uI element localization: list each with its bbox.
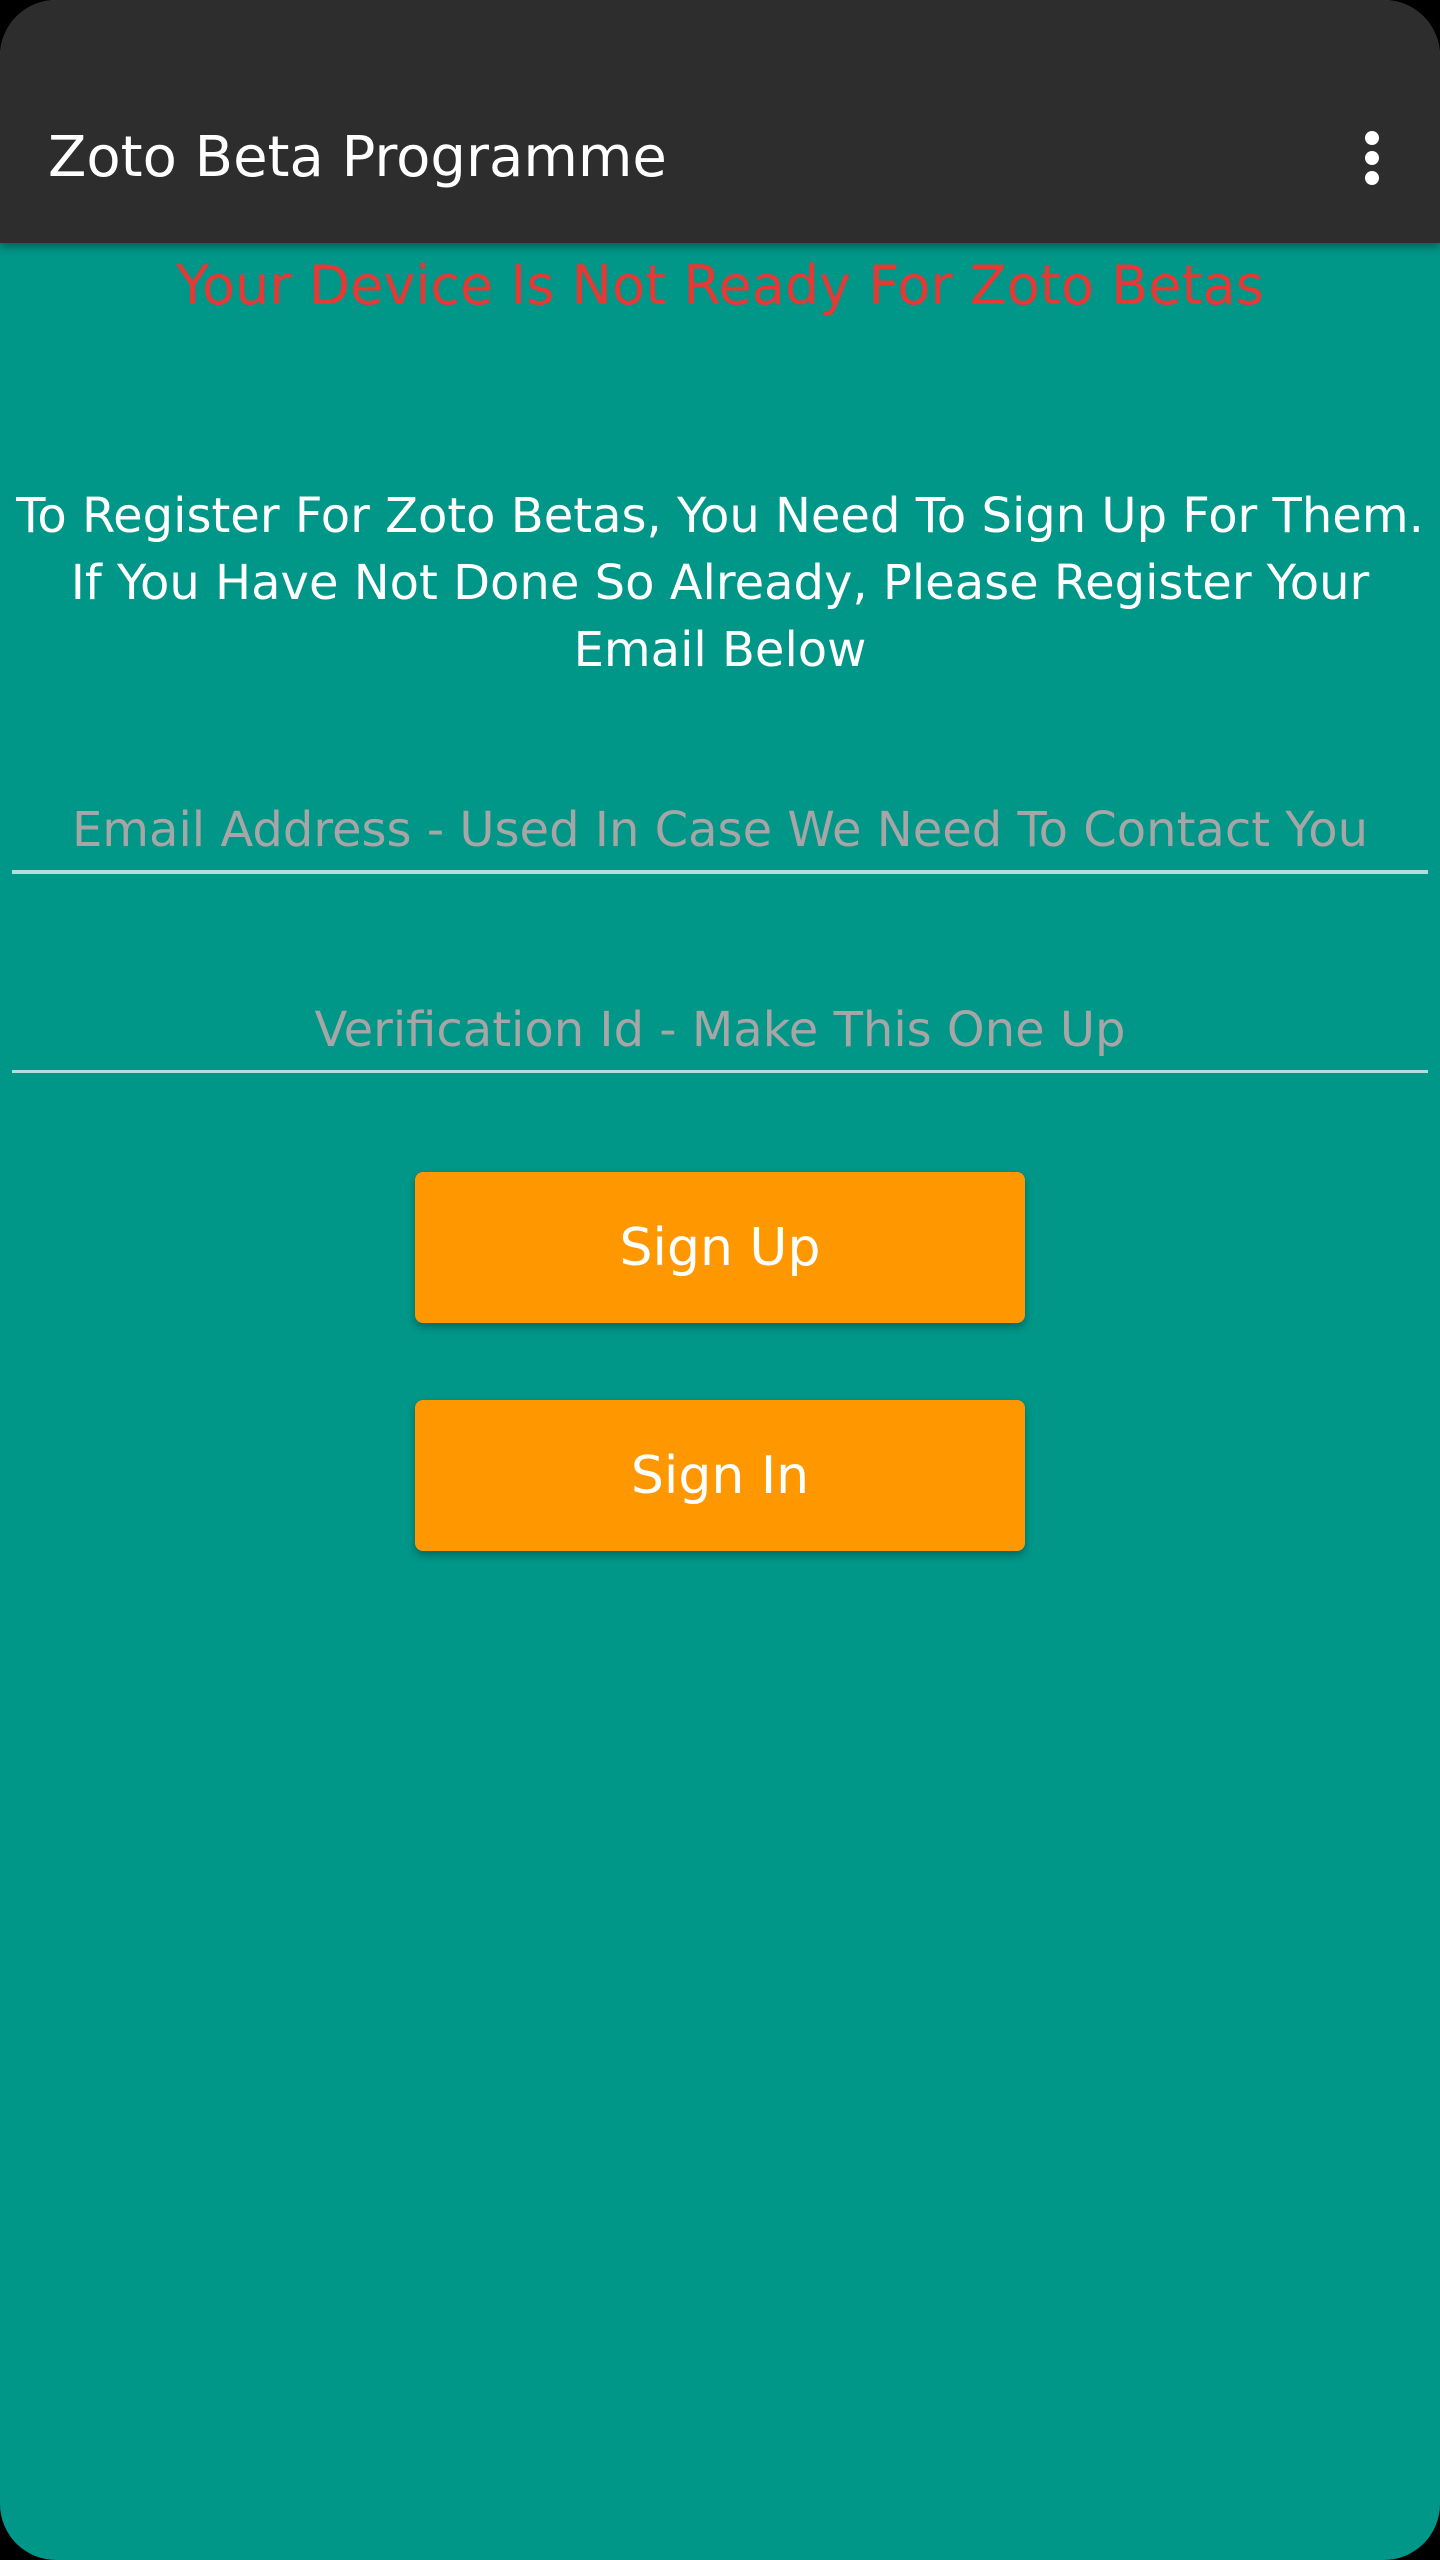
email-field	[12, 790, 1428, 874]
registration-instructions: To Register For Zoto Betas, You Need To …	[16, 488, 1424, 678]
overflow-menu-button[interactable]	[1336, 118, 1408, 198]
email-input[interactable]	[12, 790, 1428, 870]
app-bar: Zoto Beta Programme	[0, 0, 1440, 243]
more-vert-icon	[1365, 131, 1379, 185]
verification-id-field	[12, 990, 1428, 1073]
verification-id-input[interactable]	[12, 990, 1428, 1070]
sign-up-button[interactable]: Sign Up	[415, 1172, 1025, 1323]
device-status-message: Your Device Is Not Ready For Zoto Betas	[176, 254, 1264, 317]
screen: Zoto Beta Programme Your Device Is Not R…	[0, 0, 1440, 2560]
app-title: Zoto Beta Programme	[48, 125, 667, 190]
sign-in-button[interactable]: Sign In	[415, 1400, 1025, 1551]
